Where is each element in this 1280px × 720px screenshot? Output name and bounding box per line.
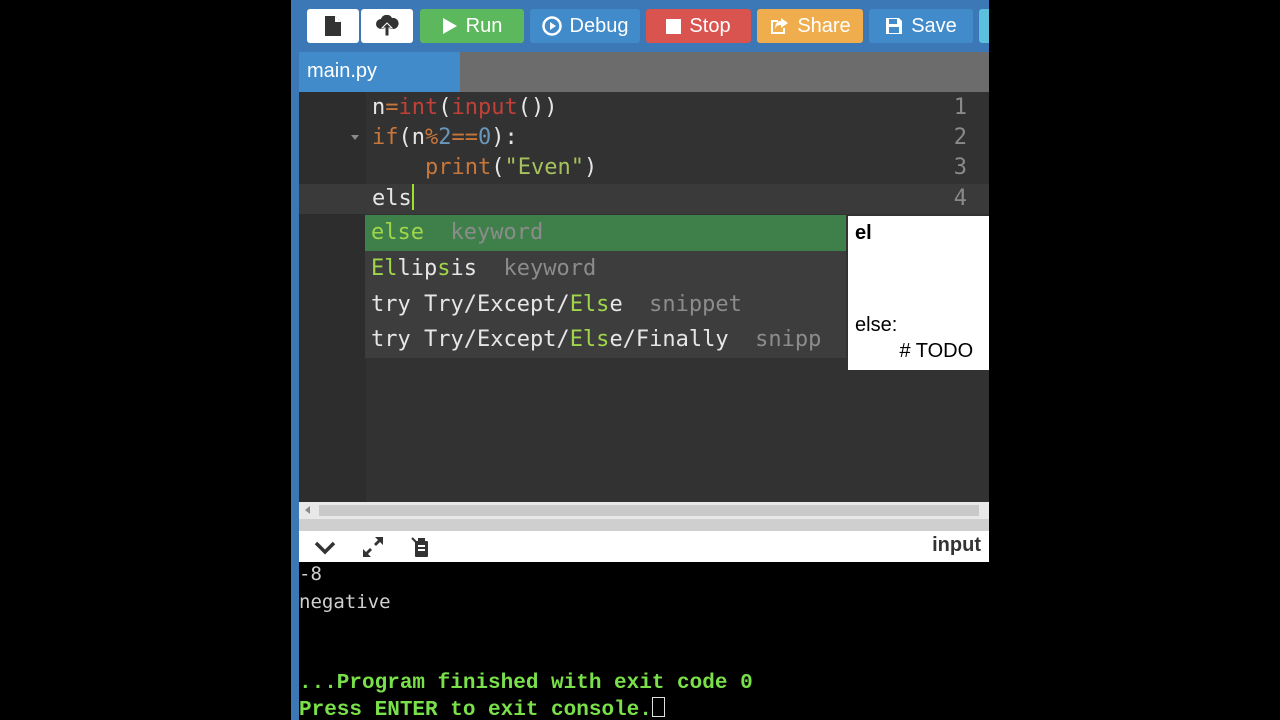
more-button[interactable]	[979, 9, 989, 43]
tab-label: main.py	[307, 60, 378, 82]
autocomplete-item-text: Els	[569, 327, 610, 352]
autocomplete-item[interactable]: try Try/Except/Else/Finally snipp	[365, 322, 846, 358]
line-number: 2	[953, 125, 967, 150]
tab-main-py[interactable]: main.py	[299, 52, 460, 92]
autocomplete-item[interactable]: else keyword	[365, 215, 846, 251]
console-input-label[interactable]: input	[932, 532, 981, 558]
console-cursor	[651, 697, 665, 718]
save-label: Save	[911, 14, 957, 37]
active-line-gutter-highlight	[299, 184, 366, 214]
autocomplete-item[interactable]: Ellipsis keyword	[365, 251, 846, 287]
stop-icon	[666, 18, 682, 34]
new-file-button[interactable]	[307, 9, 359, 43]
scrollbar-thumb[interactable]	[319, 505, 979, 516]
autocomplete-item-meta: snipp	[728, 327, 822, 352]
share-label: Share	[797, 14, 851, 37]
console-prompt-message: Press ENTER to exit console.	[299, 699, 652, 720]
console-line: -8	[299, 563, 322, 585]
clear-console-icon[interactable]	[409, 535, 433, 559]
autocomplete-item-text: is	[450, 256, 478, 281]
expand-icon[interactable]	[361, 535, 385, 559]
code-token: %	[425, 125, 439, 150]
autocomplete-popup: else keyword Ellipsis keyword try Try/Ex…	[365, 215, 846, 358]
run-label: Run	[465, 14, 503, 37]
autocomplete-item-text: e	[609, 292, 623, 317]
line-number-gutter	[299, 92, 366, 502]
horizontal-scrollbar[interactable]	[299, 502, 989, 519]
code-token: 2	[438, 125, 452, 150]
play-icon	[442, 18, 457, 34]
floppy-disk-icon	[886, 18, 903, 34]
code-token: "Even"	[504, 155, 584, 180]
debug-label: Debug	[569, 14, 629, 37]
console-output[interactable]: -8 negative ...Program finished with exi…	[299, 562, 989, 720]
active-line-highlight	[366, 184, 989, 214]
code-token: els	[372, 186, 412, 211]
code-token: ):	[491, 125, 518, 150]
line-number: 1	[953, 95, 967, 120]
code-token: (n	[398, 125, 426, 150]
autocomplete-item-text: try Try/Except/	[371, 292, 570, 317]
autocomplete-doc-tooltip: el else: # TODO	[848, 216, 989, 370]
toolbar: Run Debug Stop Share Save	[299, 0, 989, 52]
code-token: int	[398, 95, 439, 120]
console-prompt-line: Press ENTER to exit console.	[299, 697, 665, 720]
cloud-upload-icon	[376, 15, 399, 37]
code-line[interactable]: print("Even")	[372, 153, 597, 183]
autocomplete-item-text: e/Finally	[609, 327, 729, 352]
code-token: (	[438, 95, 452, 120]
console-toolbar: input	[299, 531, 989, 562]
save-button[interactable]: Save	[869, 9, 973, 43]
code-token: )	[583, 155, 598, 180]
doc-title: el	[855, 222, 872, 244]
run-button[interactable]: Run	[420, 9, 524, 43]
autocomplete-item-meta: keyword	[477, 256, 597, 281]
doc-snippet: else: # TODO	[855, 314, 974, 362]
chevron-down-icon[interactable]	[313, 535, 337, 559]
scroll-left-icon[interactable]	[305, 506, 310, 514]
autocomplete-item-text: try Try/Except/	[371, 327, 570, 352]
left-panel-edge	[291, 0, 299, 720]
line-number: 3	[953, 155, 967, 180]
line-number: 4	[953, 186, 967, 211]
code-token: ())	[517, 95, 558, 120]
stop-label: Stop	[689, 14, 731, 37]
code-editor[interactable]: 1 2 3 4 n=int(input()) if(n%2==0): print…	[299, 92, 989, 502]
console-finish-message: ...Program finished with exit code 0	[299, 672, 753, 695]
text-cursor	[411, 184, 414, 210]
autocomplete-item-text: lip	[397, 256, 438, 281]
ide-main: Run Debug Stop Share Save main.py 1 2 3 …	[299, 0, 989, 720]
debug-button[interactable]: Debug	[530, 9, 640, 43]
code-line[interactable]: n=int(input())	[372, 93, 557, 123]
play-circle-icon	[541, 16, 562, 36]
autocomplete-item-text: El	[371, 256, 398, 281]
code-token: n	[372, 95, 386, 120]
code-token: (	[491, 155, 505, 180]
share-button[interactable]: Share	[757, 9, 863, 43]
code-token: input	[451, 95, 518, 120]
tab-bar: main.py	[299, 52, 989, 92]
code-line[interactable]: if(n%2==0):	[372, 123, 518, 153]
autocomplete-item-text: else	[371, 220, 424, 245]
autocomplete-item-meta: snippet	[622, 292, 742, 317]
code-token: 0	[478, 125, 492, 150]
code-line[interactable]: els	[372, 184, 414, 214]
code-token: print	[424, 155, 492, 180]
share-icon	[771, 18, 789, 34]
code-token: =	[385, 95, 399, 120]
file-icon	[325, 16, 341, 36]
code-token: if	[372, 125, 399, 150]
autocomplete-item-text: Els	[569, 292, 610, 317]
autocomplete-item-meta: keyword	[423, 220, 544, 245]
autocomplete-item-text: s	[437, 256, 451, 281]
panel-resize-divider[interactable]	[299, 519, 989, 531]
online-ide: Run Debug Stop Share Save main.py 1 2 3 …	[291, 0, 989, 720]
stop-button[interactable]: Stop	[646, 9, 751, 43]
fold-arrow-icon[interactable]	[351, 135, 359, 140]
console-line: negative	[299, 591, 391, 613]
upload-button[interactable]	[361, 9, 413, 43]
autocomplete-item[interactable]: try Try/Except/Else snippet	[365, 287, 846, 323]
code-token: ==	[451, 125, 479, 150]
